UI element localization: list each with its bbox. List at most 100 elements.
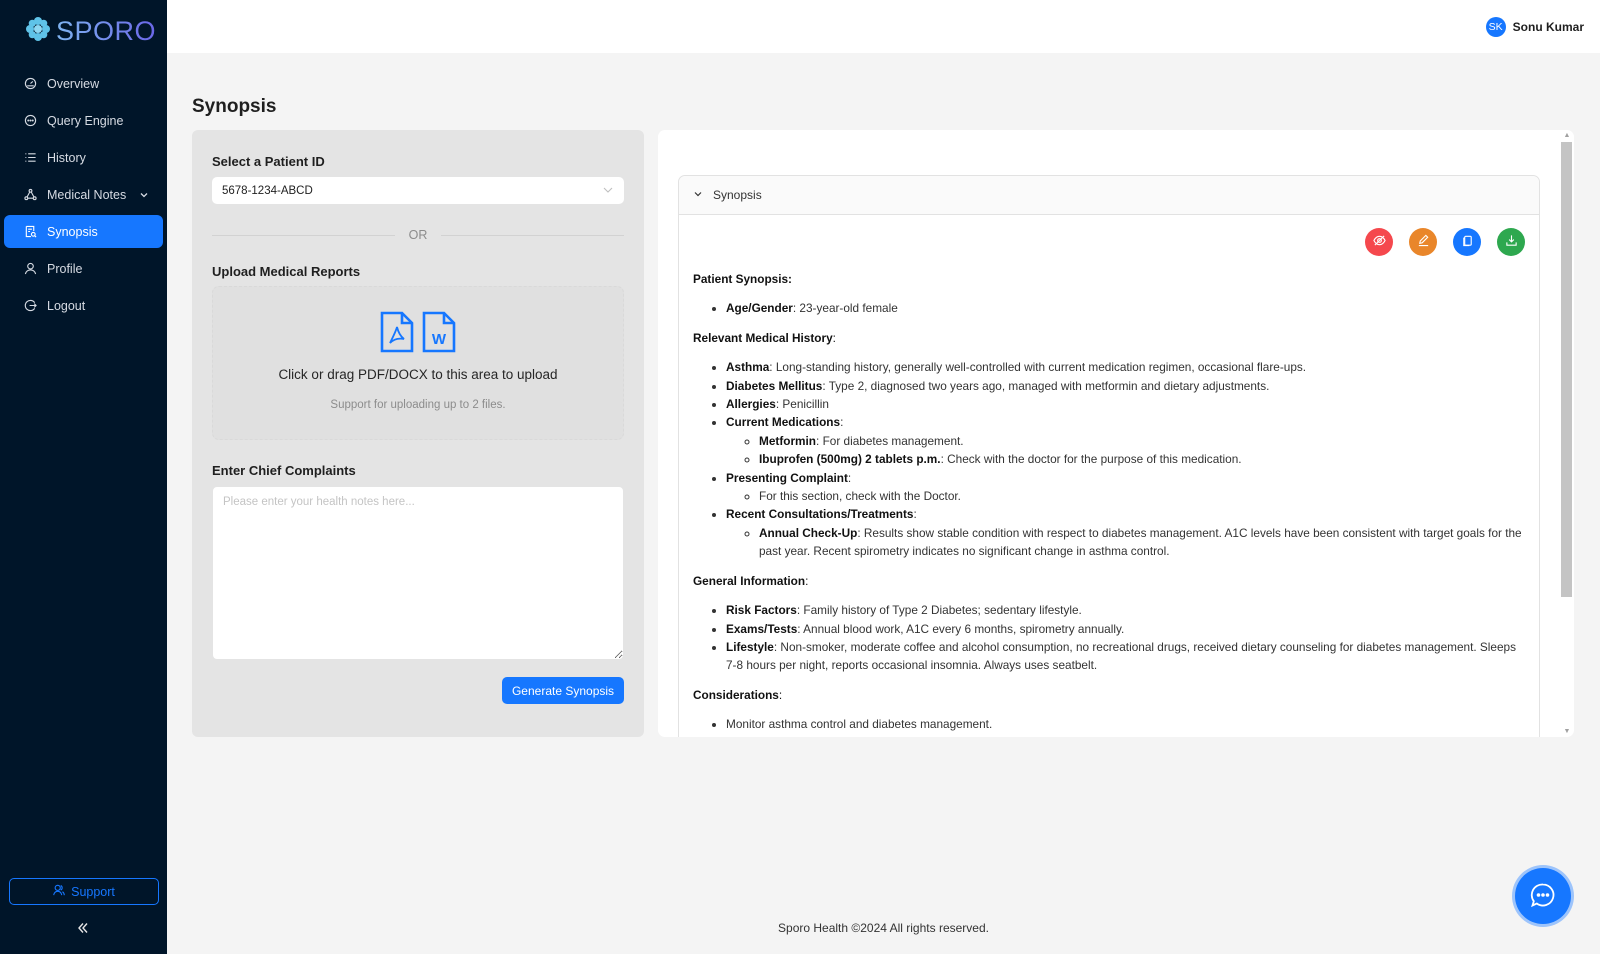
synopsis-collapse: Synopsis Patient Synopsis: Age/Gender: 2… (678, 175, 1540, 737)
sidebar-item-label: Synopsis (47, 224, 98, 239)
list-item: Diabetes Mellitus: Type 2, diagnosed two… (726, 377, 1525, 395)
sidebar-item-synopsis[interactable]: Synopsis (4, 215, 163, 248)
generate-synopsis-button[interactable]: Generate Synopsis (502, 677, 624, 704)
chevron-down-icon (693, 188, 703, 202)
upload-label: Upload Medical Reports (212, 264, 361, 279)
support-button[interactable]: Support (9, 878, 159, 905)
download-button[interactable] (1497, 228, 1525, 256)
list-item: For this section, check with the Doctor. (759, 487, 1525, 505)
upload-instructions: Click or drag PDF/DOCX to this area to u… (278, 367, 558, 382)
sidebar-item-label: Medical Notes (47, 187, 127, 202)
logo[interactable]: SPORO (24, 15, 156, 48)
sidebar-item-label: History (47, 150, 86, 165)
patient-synopsis-heading: Patient Synopsis: (693, 272, 792, 286)
list-item: Monitor asthma control and diabetes mana… (726, 715, 1525, 733)
medications-list: Metformin: For diabetes management. Ibup… (726, 432, 1525, 469)
synopsis-content: Patient Synopsis: Age/Gender: 23-year-ol… (693, 270, 1525, 737)
scroll-down-arrow-icon[interactable]: ▼ (1563, 728, 1571, 735)
list-item: Ibuprofen (500mg) 2 tablets p.m.: Check … (759, 450, 1525, 468)
medical-history-heading: Relevant Medical History: (693, 330, 836, 345)
list-icon (23, 151, 37, 165)
upload-hint: Support for uploading up to 2 files. (330, 399, 506, 411)
support-icon (53, 884, 65, 899)
list-item: Current Medications: Metformin: For diab… (726, 413, 1525, 468)
user-name: Sonu Kumar (1512, 20, 1584, 34)
sidebar-item-label: Overview (47, 76, 100, 91)
scrollbar-thumb[interactable] (1561, 142, 1572, 597)
user-icon (23, 262, 37, 276)
svg-text:W: W (432, 331, 447, 348)
collapse-title: Synopsis (713, 188, 762, 202)
list-item: Allergies: Penicillin (726, 395, 1525, 413)
hide-button[interactable] (1365, 228, 1393, 256)
word-file-icon: W (422, 311, 456, 358)
upload-dropzone[interactable]: W Click or drag PDF/DOCX to this area to… (212, 286, 624, 440)
chevron-down-icon (602, 184, 614, 199)
or-text: OR (408, 228, 428, 242)
synopsis-collapse-header[interactable]: Synopsis (679, 176, 1539, 215)
edit-button[interactable] (1409, 228, 1437, 256)
divider-line (441, 234, 624, 236)
synopsis-form: Select a Patient ID 5678-1234-ABCD OR Up… (192, 130, 644, 737)
consultations-sublist: Annual Check-Up: Results show stable con… (726, 524, 1525, 561)
chat-button[interactable] (1515, 868, 1571, 924)
top-header: SK Sonu Kumar (167, 0, 1600, 53)
pdf-file-icon (380, 311, 414, 358)
medical-history-list: Asthma: Long-standing history, generally… (693, 358, 1525, 560)
sidebar-item-history[interactable]: History (4, 141, 163, 174)
edit-icon (1417, 234, 1430, 250)
copy-button[interactable] (1453, 228, 1481, 256)
list-item: Age/Gender: 23-year-old female (726, 299, 1525, 317)
patient-id-label: Select a Patient ID (212, 154, 325, 169)
copy-icon (1461, 234, 1474, 250)
sidebar-item-overview[interactable]: Overview (4, 67, 163, 100)
brand-name: SPORO (56, 16, 157, 46)
sidebar-nav: Overview Query Engine History Medical No… (4, 67, 163, 326)
nodes-icon (23, 188, 37, 202)
double-chevron-left-icon (77, 917, 89, 940)
sidebar-item-label: Profile (47, 261, 83, 276)
list-item: Exams/Tests: Annual blood work, A1C ever… (726, 620, 1525, 638)
list-item: Annual Check-Up: Results show stable con… (759, 524, 1525, 561)
sidebar: SPORO Overview Query Engine History Medi… (0, 0, 167, 954)
general-info-heading: General Information: (693, 573, 809, 588)
sidebar-item-query-engine[interactable]: Query Engine (4, 104, 163, 137)
sidebar-item-medical-notes[interactable]: Medical Notes (4, 178, 163, 211)
sidebar-item-label: Query Engine (47, 113, 124, 128)
avatar: SK (1485, 17, 1506, 37)
chat-bubble-icon (1530, 882, 1556, 911)
message-icon (23, 114, 37, 128)
complaint-sublist: For this section, check with the Doctor. (726, 487, 1525, 505)
chief-complaints-input[interactable] (212, 486, 624, 660)
list-item: Recent Consultations/Treatments: Annual … (726, 505, 1525, 560)
download-icon (1505, 234, 1518, 250)
collapse-sidebar-button[interactable] (73, 918, 93, 938)
sidebar-item-profile[interactable]: Profile (4, 252, 163, 285)
page-title: Synopsis (192, 96, 277, 117)
eye-off-icon (1372, 234, 1386, 250)
or-divider: OR (212, 228, 624, 242)
list-item: Risk Factors: Family history of Type 2 D… (726, 601, 1525, 619)
divider-line (212, 234, 395, 236)
patient-id-select[interactable]: 5678-1234-ABCD (212, 177, 624, 204)
support-label: Support (71, 884, 115, 899)
considerations-list: Monitor asthma control and diabetes mana… (693, 715, 1525, 733)
upload-icons: W (213, 311, 623, 358)
patient-info-list: Age/Gender: 23-year-old female (693, 299, 1525, 317)
considerations-heading: Considerations: (693, 687, 783, 702)
sidebar-item-logout[interactable]: Logout (4, 289, 163, 322)
scroll-up-arrow-icon[interactable]: ▲ (1563, 132, 1571, 139)
footer: Sporo Health ©2024 All rights reserved. (778, 921, 989, 935)
synopsis-actions (1365, 228, 1525, 256)
user-menu[interactable]: SK Sonu Kumar (1485, 17, 1584, 37)
synopsis-result-panel: Synopsis Patient Synopsis: Age/Gender: 2… (658, 130, 1574, 737)
patient-id-value: 5678-1234-ABCD (222, 184, 313, 197)
content-scrollbar[interactable]: ▲ ▼ (1560, 130, 1574, 737)
list-item: Lifestyle: Non-smoker, moderate coffee a… (726, 638, 1525, 675)
list-item: Asthma: Long-standing history, generally… (726, 358, 1525, 376)
complaints-label: Enter Chief Complaints (212, 463, 356, 478)
list-item: Metformin: For diabetes management. (759, 432, 1525, 450)
chevron-down-icon (139, 189, 149, 203)
list-item: Presenting Complaint: For this section, … (726, 469, 1525, 506)
sporo-flower-icon (24, 15, 52, 48)
